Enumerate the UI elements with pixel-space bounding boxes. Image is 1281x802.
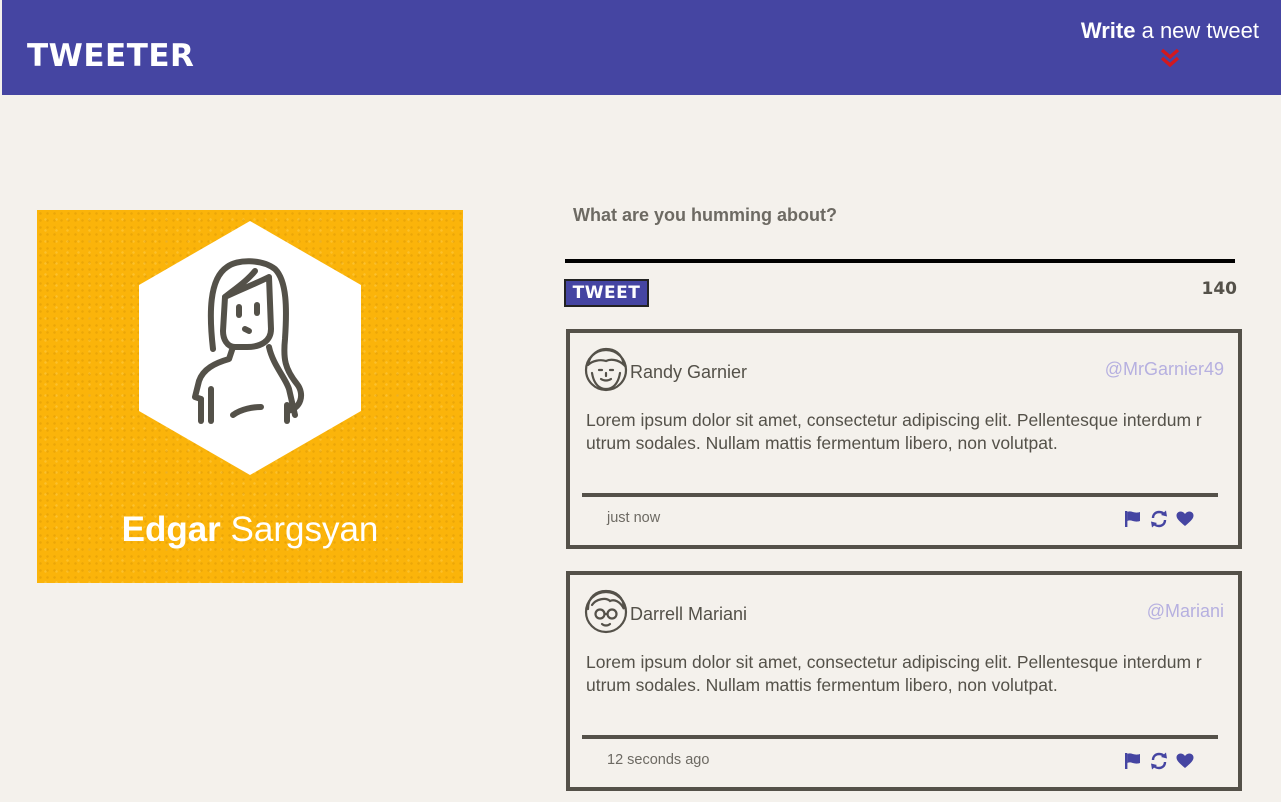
woman-avatar-icon [139, 221, 361, 475]
tweet-body: Lorem ipsum dolor sit amet, consectetur … [586, 652, 1202, 695]
character-counter: 140 [1201, 279, 1238, 299]
tweet-actions [1124, 752, 1194, 770]
flag-icon[interactable] [1124, 510, 1142, 528]
tweet-handle[interactable]: @MrGarnier49 [1105, 359, 1224, 380]
top-nav: TWEETER Write a new tweet [2, 0, 1281, 95]
compose-toggle-label[interactable]: Write a new tweet [1081, 18, 1259, 44]
tweet-author: Darrell Mariani [630, 604, 748, 624]
tweet-actions [1124, 510, 1194, 528]
tweet-header: Darrell Mariani @Mariani [584, 587, 1224, 637]
tweet-composer: TWEET 140 [564, 205, 1237, 307]
tweet-header: Randy Garnier @MrGarnier49 [584, 345, 1224, 395]
flag-icon[interactable] [1124, 752, 1142, 770]
tweet-footer: just now [582, 493, 1218, 535]
retweet-icon[interactable] [1150, 752, 1168, 770]
tweet-card: Randy Garnier @MrGarnier49 Lorem ipsum d… [566, 329, 1242, 549]
compose-toggle[interactable]: Write a new tweet [1081, 18, 1259, 68]
tweet-input[interactable] [565, 205, 1235, 263]
tweet-card: Darrell Mariani @Mariani Lorem ipsum dol… [566, 571, 1242, 791]
brand-logo: TWEETER [27, 38, 195, 74]
tweet-timestamp: just now [607, 510, 661, 526]
retweet-icon[interactable] [1150, 510, 1168, 528]
glasses-man-avatar-icon [584, 589, 628, 634]
double-chevron-down-icon[interactable] [1159, 48, 1181, 68]
tweet-author: Randy Garnier [630, 362, 748, 382]
tweet-handle[interactable]: @Mariani [1147, 601, 1224, 622]
bearded-man-avatar-icon [584, 347, 628, 392]
profile-name: Edgar Sargsyan [121, 510, 379, 549]
tweet-footer: 12 seconds ago [582, 735, 1218, 777]
heart-icon[interactable] [1176, 752, 1194, 770]
tweet-button[interactable]: TWEET [564, 279, 649, 307]
tweet-body: Lorem ipsum dolor sit amet, consectetur … [586, 410, 1202, 453]
profile-card: Edgar Sargsyan [37, 210, 463, 583]
tweet-timestamp: 12 seconds ago [607, 752, 710, 768]
heart-icon[interactable] [1176, 510, 1194, 528]
